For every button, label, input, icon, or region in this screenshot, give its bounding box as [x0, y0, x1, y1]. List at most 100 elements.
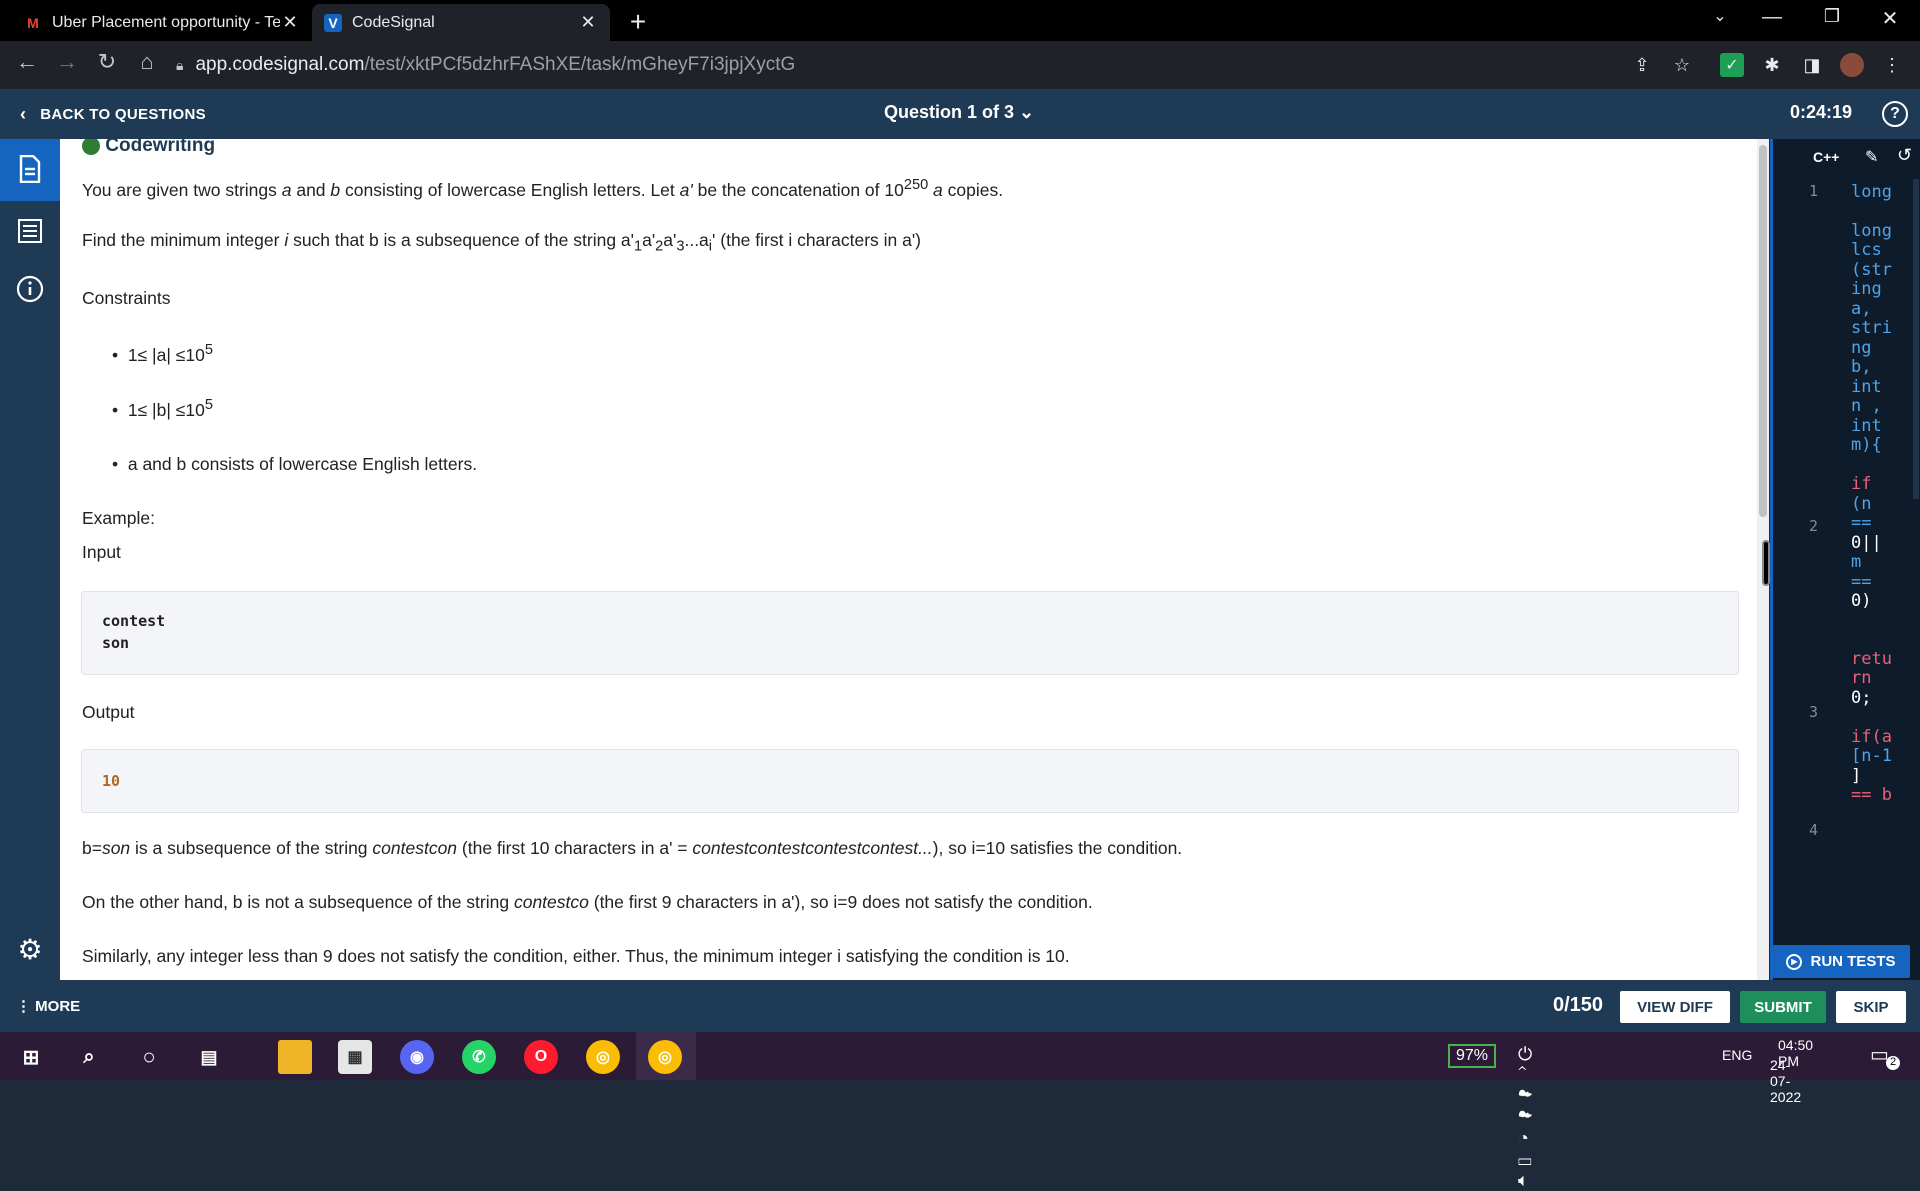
chrome-icon[interactable]: ◎ [586, 1040, 620, 1074]
language-selector[interactable]: C++ [1813, 149, 1839, 165]
code-token[interactable]: long [1851, 181, 1892, 203]
minimap [1913, 179, 1919, 499]
chrome-active-icon[interactable]: ◎ [648, 1040, 682, 1074]
menu-dots-icon[interactable]: ⋮ [1880, 53, 1904, 77]
view-diff-button[interactable]: VIEW DIFF [1620, 991, 1730, 1023]
scrollbar-thumb[interactable] [1759, 145, 1767, 517]
run-tests-button[interactable]: ▶ RUN TESTS [1772, 945, 1910, 978]
constraint-item: • a and b consists of lowercase English … [112, 454, 478, 474]
info-icon[interactable] [16, 275, 44, 303]
star-icon[interactable]: ☆ [1670, 53, 1694, 77]
output-value: 10 [102, 772, 121, 790]
url-input[interactable]: 🔒︎ app.codesignal.com/test/xktPCf5dzhrFA… [176, 47, 1706, 83]
tab-title: CodeSignal [352, 13, 435, 31]
problem-statement: Codewriting You are given two strings a … [60, 139, 1760, 980]
input-line: son [102, 634, 130, 652]
forward-arrow-icon[interactable]: → [50, 49, 84, 75]
input-code-block: contest son [81, 591, 1739, 675]
score: 0/150 [1553, 994, 1604, 1016]
language-indicator[interactable]: ENG [1722, 1047, 1752, 1063]
extensions-puzzle-icon[interactable]: ✱ [1760, 53, 1784, 77]
discord-icon[interactable]: ◉ [400, 1040, 434, 1074]
share-icon[interactable]: ⇪ [1630, 53, 1654, 77]
whatsapp-icon[interactable]: ✆ [462, 1040, 496, 1074]
submit-button[interactable]: SUBMIT [1740, 991, 1826, 1023]
list-icon[interactable] [16, 217, 44, 245]
search-icon[interactable]: ⌕ [72, 1040, 106, 1074]
reset-icon[interactable]: ↺ [1897, 145, 1912, 166]
extension-check-icon[interactable]: ✓ [1720, 53, 1744, 77]
question-selector[interactable]: Question 1 of 3 ⌄ [884, 102, 1034, 123]
file-explorer-icon[interactable] [278, 1040, 312, 1074]
line-number: 2 [1809, 517, 1819, 535]
play-circle-icon: ▶ [1786, 953, 1803, 970]
address-bar: ← → ↻ ⌂ 🔒︎ app.codesignal.com/test/xktPC… [0, 41, 1920, 89]
window-close-button[interactable]: ✕ [1870, 6, 1910, 31]
code-token[interactable]: m){ [1851, 434, 1882, 456]
editor-toolbar: C++ ✎ ↺ [1773, 139, 1920, 175]
code-token[interactable]: m [1851, 551, 1861, 573]
code-token[interactable]: b, [1851, 356, 1871, 378]
chevron-left-icon: ‹ [20, 104, 27, 124]
code-editor[interactable]: C++ ✎ ↺ long long lcs (str ing a, stri ng b, int… [1770, 139, 1920, 980]
code-token[interactable]: ing [1851, 278, 1882, 300]
store-icon[interactable]: ▦ [338, 1040, 372, 1074]
left-rail: ⚙ [0, 139, 60, 980]
app-header: ‹ BACK TO QUESTIONS Question 1 of 3 ⌄ 0:… [0, 89, 1920, 139]
task-view-icon[interactable]: ▤ [192, 1040, 226, 1074]
code-token[interactable]: n , [1851, 395, 1882, 417]
code-token[interactable]: lcs [1851, 239, 1882, 261]
codewriting-icon [82, 139, 100, 155]
reload-icon[interactable]: ↻ [90, 49, 124, 75]
code-token[interactable]: == [1851, 512, 1871, 534]
line-number: 4 [1809, 821, 1819, 839]
notification-count: 2 [1886, 1056, 1900, 1070]
minimize-button[interactable]: — [1752, 6, 1792, 29]
code-token[interactable]: rn [1851, 667, 1871, 689]
code-token[interactable]: == b [1851, 784, 1892, 806]
skip-button[interactable]: SKIP [1836, 991, 1906, 1023]
tray-icons[interactable]: ⏻ ⌃ ☁ ☁ ◔ ▭ 🔈︎ [1518, 1044, 1532, 1191]
code-token[interactable]: 0; [1851, 687, 1871, 709]
section-title: Codewriting [82, 139, 215, 157]
new-tab-button[interactable]: + [622, 6, 654, 38]
settings-gear-icon[interactable]: ⚙ [16, 934, 44, 965]
close-icon[interactable]: ✕ [578, 12, 598, 33]
cortana-icon[interactable]: ○ [132, 1040, 166, 1074]
timer: 0:24:19 [1790, 102, 1853, 122]
code-token[interactable]: if [1851, 473, 1871, 495]
opera-icon[interactable]: O [524, 1040, 558, 1074]
tab-title: Uber Placement opportunity - Te [52, 13, 280, 31]
tab-search-icon[interactable]: ⌄ [1700, 6, 1740, 26]
code-token[interactable]: 0) [1851, 590, 1871, 612]
home-icon[interactable]: ⌂ [130, 49, 164, 75]
back-to-questions-button[interactable]: ‹ BACK TO QUESTIONS [20, 104, 206, 125]
code-token[interactable]: [n-1 [1851, 745, 1892, 767]
browser-tab-bar: M Uber Placement opportunity - Te ✕ V Co… [0, 0, 1920, 41]
tab-codesignal[interactable]: V CodeSignal ✕ [312, 4, 610, 41]
example-heading: Example: [82, 508, 155, 528]
windows-start-icon[interactable]: ⊞ [14, 1040, 48, 1074]
lock-icon: 🔒︎ [176, 56, 184, 73]
codesignal-icon: V [324, 13, 342, 32]
pencil-icon[interactable]: ✎ [1865, 147, 1878, 167]
profile-avatar[interactable] [1840, 53, 1864, 77]
help-icon[interactable]: ? [1882, 101, 1908, 127]
restore-button[interactable]: ❐ [1812, 6, 1852, 27]
tab-gmail[interactable]: M Uber Placement opportunity - Te ✕ [12, 4, 312, 41]
bottom-bar: ⋮ MORE 0/150 VIEW DIFF SUBMIT SKIP [0, 980, 1920, 1032]
constraint-item: • 1≤ |a| ≤105 [112, 342, 213, 365]
output-code-block: 10 [81, 749, 1739, 813]
more-button[interactable]: ⋮ MORE [16, 997, 80, 1015]
code-token[interactable]: stri [1851, 317, 1892, 339]
side-panel-icon[interactable]: ◨ [1800, 53, 1824, 77]
battery-indicator: 97% [1448, 1044, 1497, 1068]
back-arrow-icon[interactable]: ← [10, 49, 44, 75]
panel-resize-handle[interactable] [1762, 540, 1770, 586]
close-icon[interactable]: ✕ [280, 12, 300, 33]
clock-date[interactable]: 24-07-2022 [1770, 1057, 1801, 1105]
explanation-3: Similarly, any integer less than 9 does … [82, 946, 1070, 966]
problem-intro: You are given two strings a and b consis… [82, 177, 1004, 200]
document-icon[interactable] [16, 155, 44, 183]
chevron-down-icon: ⌄ [1019, 102, 1035, 122]
